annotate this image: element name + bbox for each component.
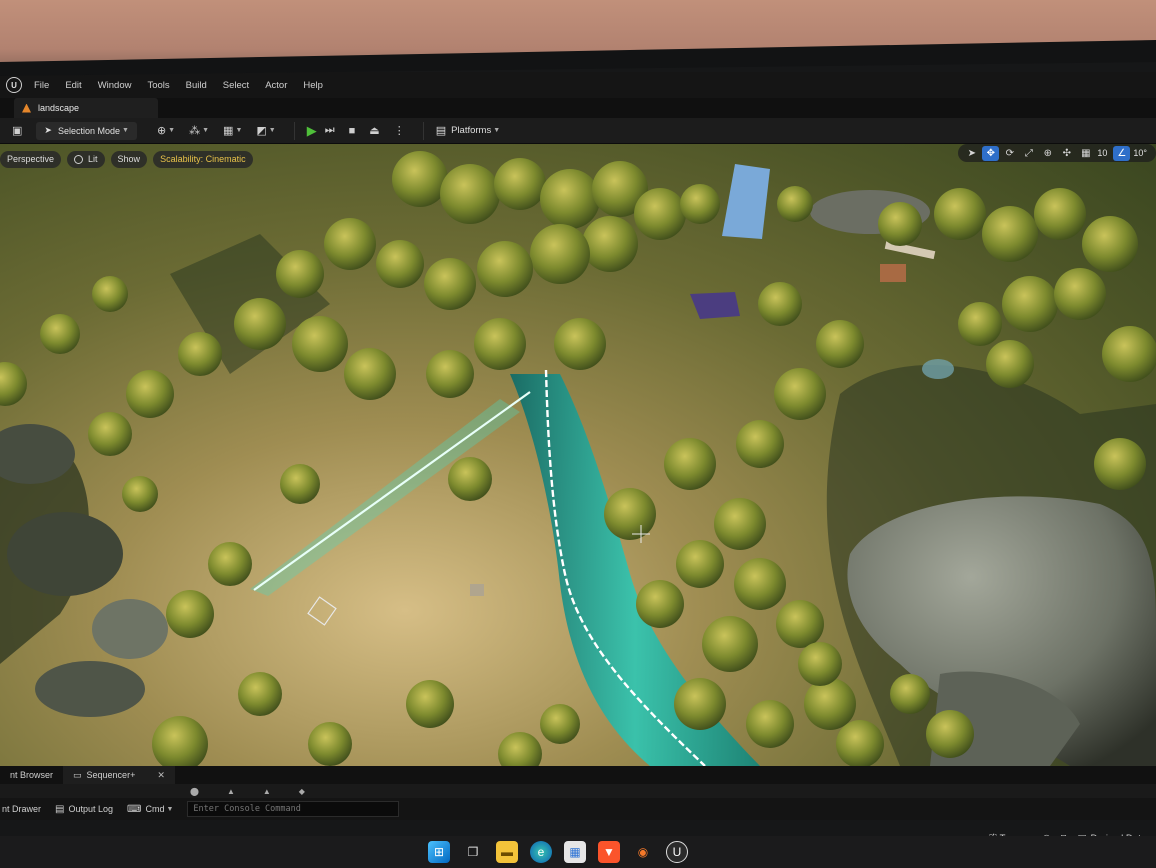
selection-mode-dropdown[interactable]: ➤ Selection Mode ▼ — [36, 121, 137, 140]
sequencer-tool-icon[interactable]: ▲ — [227, 787, 235, 796]
main-toolbar: ▣ ➤ Selection Mode ▼ ⊕ ▼ ⁂ ▼ ▦ ▼ ◩ ▼ ▶ ⏭ ■ ⏏… — [0, 118, 1156, 144]
grid-snap-value[interactable]: 10 — [1097, 148, 1107, 158]
tab-content-browser[interactable]: nt Browser — [0, 766, 63, 784]
show-label: Show — [117, 154, 141, 164]
content-drawer-label: nt Drawer — [2, 804, 42, 814]
menu-file[interactable]: File — [34, 80, 49, 91]
menu-bar: U File Edit Window Tools Build Select Ac… — [0, 72, 1156, 98]
perspective-label: Perspective — [7, 154, 55, 164]
bottom-tab-strip: nt Browser ▭ Sequencer+ ✕ — [0, 766, 1156, 784]
chevron-down-icon: ▼ — [168, 127, 176, 134]
select-tool-icon[interactable]: ➤ — [963, 146, 980, 161]
output-log-icon: ▤ — [55, 803, 65, 815]
terminal-icon: ⌨ — [127, 803, 142, 815]
world-space-icon[interactable]: ⊕ — [1039, 146, 1056, 161]
console-bar: nt Drawer ▤ Output Log ⌨ Cmd ▼ — [0, 798, 1156, 820]
tab-sequencer[interactable]: ▭ Sequencer+ ✕ — [63, 766, 175, 784]
step-icon[interactable]: ⏭ — [325, 124, 335, 137]
brave-browser-icon[interactable]: ▼ — [598, 841, 620, 863]
cmd-dropdown[interactable]: ⌨ Cmd ▼ — [127, 804, 173, 815]
angle-snap-icon[interactable]: ∠ — [1113, 145, 1131, 161]
chevron-down-icon: ▼ — [235, 127, 243, 134]
chevron-down-icon: ▼ — [166, 805, 174, 813]
tab-content-browser-label: nt Browser — [10, 770, 54, 780]
scalability-badge[interactable]: Scalability: Cinematic — [153, 150, 253, 168]
sequencer-toolbar: ⬤ ▲ ▲ ◆ — [0, 784, 1156, 798]
lit-button[interactable]: Lit — [67, 150, 105, 168]
file-explorer-icon[interactable]: ▬ — [496, 841, 518, 863]
platforms-label: Platforms — [451, 125, 492, 136]
show-button[interactable]: Show — [110, 150, 148, 168]
lit-label: Lit — [88, 154, 98, 164]
chevron-down-icon: ▼ — [493, 127, 501, 134]
level-tab-strip: landscape — [0, 98, 1156, 118]
cmd-label: Cmd — [145, 804, 165, 814]
monitor-screen: U File Edit Window Tools Build Select Ac… — [0, 62, 1156, 868]
selection-box — [307, 596, 337, 626]
level-viewport[interactable]: Perspective Lit Show Scalability: Cinema… — [0, 144, 1156, 766]
scalability-label: Scalability: Cinematic — [160, 154, 246, 164]
add-content-icon[interactable]: ⊕ ▼ — [157, 124, 175, 137]
platforms-dropdown[interactable]: ▤ Platforms ▼ — [436, 124, 500, 137]
more-options-icon[interactable]: ⋮ — [394, 124, 405, 137]
selection-mode-label: Selection Mode — [57, 125, 120, 136]
viewport-overlay-left: Perspective Lit Show Scalability: Cinema… — [0, 150, 253, 168]
output-log-label: Output Log — [68, 804, 114, 814]
scale-tool-icon[interactable]: ⤢ — [1020, 146, 1037, 161]
output-log-button[interactable]: ▤ Output Log — [55, 804, 113, 815]
save-icon[interactable]: ▣ — [12, 124, 22, 137]
store-icon[interactable]: ▦ — [564, 841, 586, 863]
blueprint-icon[interactable]: ⁂ ▼ — [189, 124, 209, 137]
viewport-overlay-right: ➤ ✥ ⟳ ⤢ ⊕ ✣ ▦ 10 ∠ 10° — [958, 144, 1156, 162]
chevron-down-icon: ▼ — [122, 127, 129, 134]
menu-select[interactable]: Select — [223, 80, 249, 91]
cursor-icon: ➤ — [44, 125, 52, 135]
menu-help[interactable]: Help — [303, 80, 323, 91]
level-icon — [22, 103, 31, 113]
menu-actor[interactable]: Actor — [265, 80, 287, 91]
task-view-icon[interactable]: ❐ — [462, 841, 484, 863]
translate-tool-icon[interactable]: ✥ — [982, 145, 1000, 161]
level-tab-label: landscape — [38, 103, 80, 113]
eject-icon[interactable]: ⏏ — [369, 124, 379, 137]
angle-snap-value[interactable]: 10° — [1133, 148, 1147, 158]
windows-taskbar: ⊞ ❐ ▬ e ▦ ▼ ◉ U — [0, 836, 1156, 868]
sequencer-tool-icon[interactable]: ⬤ — [190, 787, 199, 796]
blender-icon[interactable]: ◉ — [632, 841, 654, 863]
console-command-input[interactable] — [187, 801, 400, 817]
modes-icon[interactable]: ◩ ▼ — [256, 124, 275, 137]
cinematics-icon[interactable]: ▦ ▼ — [223, 124, 242, 137]
platforms-icon: ▤ — [435, 125, 447, 137]
grid-snap-icon[interactable]: ▦ — [1077, 146, 1094, 161]
windows-start-icon[interactable]: ⊞ — [428, 841, 450, 863]
sequencer-icon: ▭ — [73, 769, 82, 780]
perspective-button[interactable]: Perspective — [0, 150, 62, 168]
lit-icon — [74, 154, 84, 164]
landscape-scene — [0, 151, 1156, 766]
sequencer-tool-icon[interactable]: ▲ — [263, 787, 271, 796]
menu-edit[interactable]: Edit — [65, 80, 81, 91]
rotate-tool-icon[interactable]: ⟳ — [1001, 146, 1018, 161]
edge-browser-icon[interactable]: e — [530, 841, 552, 863]
content-drawer-button[interactable]: nt Drawer — [2, 804, 41, 814]
stop-icon[interactable]: ■ — [349, 125, 356, 137]
surface-snap-icon[interactable]: ✣ — [1058, 146, 1075, 161]
toolbar-separator — [293, 121, 295, 140]
level-tab[interactable]: landscape — [14, 98, 158, 118]
menu-build[interactable]: Build — [186, 80, 207, 91]
close-icon[interactable]: ✕ — [157, 770, 165, 781]
unreal-engine-icon[interactable]: U — [666, 841, 688, 863]
tab-sequencer-label: Sequencer+ — [86, 770, 136, 780]
toolbar-separator — [422, 121, 424, 140]
chevron-down-icon: ▼ — [202, 127, 210, 134]
play-icon[interactable]: ▶ — [307, 123, 317, 139]
menu-window[interactable]: Window — [98, 80, 132, 91]
unreal-logo-icon[interactable]: U — [6, 77, 22, 93]
chevron-down-icon: ▼ — [268, 127, 276, 134]
menu-tools[interactable]: Tools — [147, 80, 169, 91]
sequencer-tool-icon[interactable]: ◆ — [299, 787, 305, 796]
